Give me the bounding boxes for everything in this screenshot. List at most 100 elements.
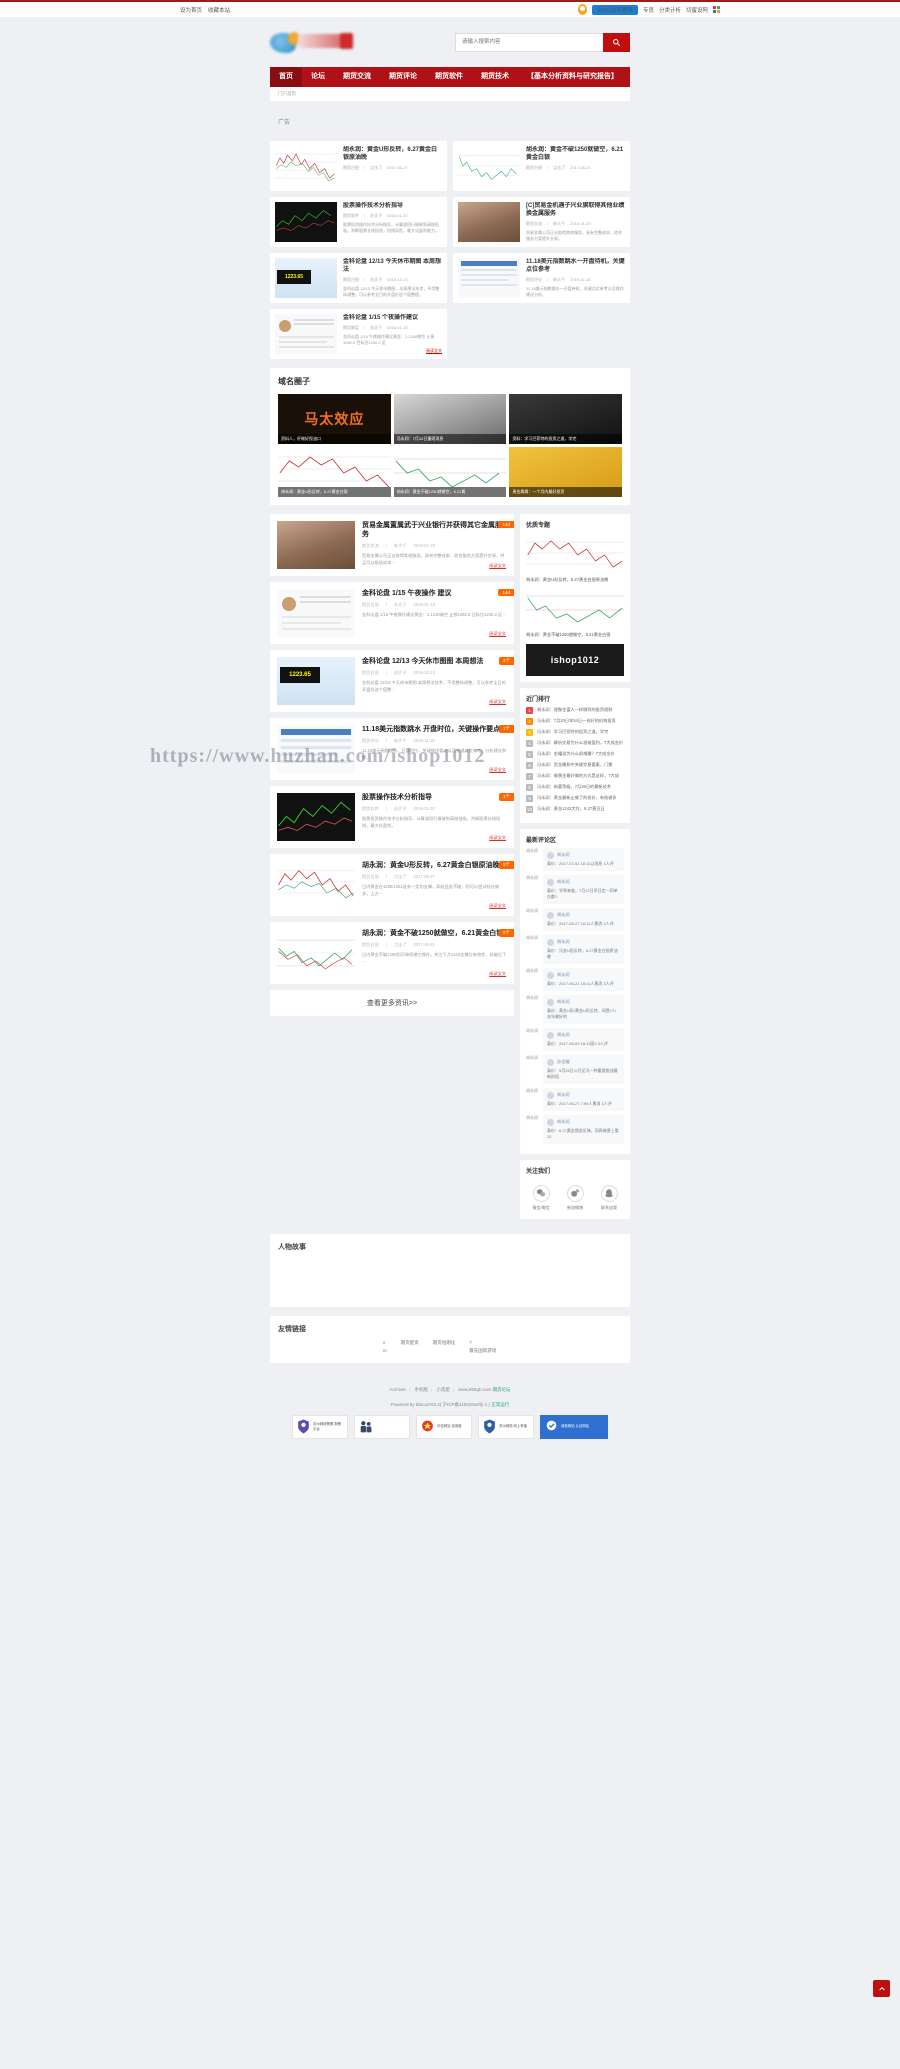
image-cell[interactable]: 冯永润：7月10日重磅消息 [393, 394, 507, 444]
list-item[interactable]: 胡永润：黄金U形反转，6.27黄金白银原油晚 期货白银 / 点击了 2017-0… [270, 854, 514, 916]
ranking-item[interactable]: 5 冯永润：金耀说为什么很难赚？7大成金价 [526, 750, 624, 758]
post-title[interactable]: 金科论盘 12/13 今天休市图图 本周想法 [362, 657, 507, 666]
link-item[interactable]: 期货配资 [401, 1340, 419, 1345]
ranking-item[interactable]: 10 冯永润：黄金1243大作，6.27黄豆日 [526, 805, 624, 813]
list-item[interactable]: 股票操作技术分析指导 期货软件 / 苏文子 2016-01-20 股票投资操作技… [270, 786, 514, 848]
link-item[interactable]: m [383, 1348, 387, 1353]
badge-red-seal[interactable]: 可信网站 信用度 [416, 1414, 472, 1439]
card-title[interactable]: 11.18美元指数跳水一开盘待机，关键点位参考 [526, 258, 625, 274]
list-item[interactable]: 贸易金属置属武于兴业银行并获得其它金属服务 期货交流 / 新大千 2016-01… [270, 514, 514, 576]
card-title[interactable]: 股票操作技术分析指导 [343, 202, 442, 210]
post-title[interactable]: 胡永润：黄金U形反转，6.27黄金白银原油晚 [362, 861, 507, 870]
card-title[interactable]: 金科论盘 12/13 今天休市期图 本周想法 [343, 258, 442, 274]
load-more-button[interactable]: 查看更多资讯>> [270, 990, 514, 1016]
nav-item-forum[interactable]: 论坛 [302, 67, 334, 87]
card-title[interactable]: 胡永润：黄金U形反转，6.27黄金白银原油晚 [343, 146, 442, 162]
ranking-item[interactable]: 4 冯永润：解析交易为什么很难盈利，7大成金价 [526, 739, 624, 747]
post-read-more[interactable]: 阅读全文 [489, 699, 506, 705]
nav-item-futures-software[interactable]: 期货软件 [426, 67, 472, 87]
footer-blackroom-link[interactable]: 小黑屋 [436, 1387, 450, 1392]
ranking-item[interactable]: 2 冯永润：7月10日年54日一份好的机构投资 [526, 717, 624, 725]
search-button[interactable] [603, 32, 630, 52]
footer-mobile-link[interactable]: 手机版 [414, 1387, 428, 1392]
post-title[interactable]: 金科论盘 1/15 午夜操作 建议 [362, 589, 507, 598]
post-title[interactable]: 股票操作技术分析指导 [362, 793, 507, 802]
image-cell[interactable]: 胡永润：黄金不破1250就做空，6.21黄 [393, 447, 507, 497]
comment-user[interactable]: 胡永润 [557, 999, 570, 1005]
card-title[interactable]: 胡永润：黄金不破1250就做空，6.21黄金白银 [526, 146, 625, 162]
comment-user[interactable]: 胡永润 [557, 1119, 570, 1125]
follow-wechat[interactable]: 微信/微信 [532, 1184, 550, 1211]
badge-blue-shield[interactable]: 苏州网络 网上有害 [478, 1414, 534, 1439]
post-title[interactable]: 贸易金属置属武于兴业银行并获得其它金属服务 [362, 521, 507, 539]
link-item[interactable]: 期货短期化 [433, 1340, 456, 1345]
badge-police-pair[interactable] [354, 1414, 410, 1439]
ranking-item[interactable]: 1 胡永润：理聚金富人一样做到的投资理财 [526, 706, 624, 714]
back-to-top-button[interactable] [873, 1980, 890, 1997]
card-item[interactable]: 1223.65 金科论盘 12/13 今天休市期图 本周想法 期货白银 / 苏文… [270, 253, 447, 303]
post-title[interactable]: 11.18美元指数跳水 开盘时位，关键操作要点 [362, 725, 507, 734]
badge-cert-blue[interactable]: 诚信网站 认证网站 [540, 1414, 608, 1439]
sidebar-featured-item[interactable]: 胡永润：黄金U形反转，6.27黄金白银原油晚 [526, 533, 624, 583]
post-read-more[interactable]: 阅读全文 [489, 835, 506, 841]
post-read-more[interactable]: 阅读全文 [489, 767, 506, 773]
comment-row[interactable]: 胡永润 胡永润 泰价：6.27黄金我说反弹，同再做害上看12 [526, 1114, 624, 1148]
topbar-link-classify[interactable]: 分类计析 [659, 6, 681, 14]
card-item[interactable]: 金科论盘 1/15 个夜操作建议 期货解盘 / 苏文于 2016-01-15 金… [270, 309, 447, 359]
ranking-item[interactable]: 7 冯永润：做黄金最好做的方式是这样，7大成 [526, 772, 624, 780]
comment-user[interactable]: 胡永润 [557, 972, 570, 978]
link-item[interactable]: ? [469, 1340, 472, 1345]
topbar-link-member[interactable]: 专员 [643, 6, 654, 14]
post-read-more[interactable]: 阅读全文 [489, 903, 506, 909]
ranking-item[interactable]: 8 冯永润：新要等级，7月26日的最新技术 [526, 783, 624, 791]
card-item[interactable]: 胡永润：黄金U形反转，6.27黄金白银原油晚 期货白银 / 点击了 2017-0… [270, 141, 447, 191]
comment-row[interactable]: 胡永润 胡永润 泰价：2017-07-02 18:11以消息 3人评 [526, 847, 624, 875]
bookmark-site-link[interactable]: 收藏本站 [208, 6, 230, 14]
comment-row[interactable]: 胡永润 胡永润 泰价：2017-06-09 18:11面3 3人评 [526, 1027, 624, 1055]
comment-row[interactable]: 胡永润 胡永润 泰价：学乖来临，7月12日早日定一同单位都? [526, 874, 624, 908]
nav-item-futures-commentary[interactable]: 期货评论 [380, 67, 426, 87]
link-item[interactable]: 最先国际游场 [469, 1348, 496, 1353]
sidebar-featured-item[interactable]: 胡永润：黄金不破1250就做空，6.21黄金白银 [526, 588, 624, 638]
card-item[interactable]: 股票操作技术分析指导 期货软件 / 苏文子 2016-01-20 股票投资操作技… [270, 197, 447, 247]
image-cell[interactable]: 胡永润：黄金U形反转，6.27黄金白银 [278, 447, 391, 497]
comment-user[interactable]: 胡永润 [557, 879, 570, 885]
card-item[interactable]: [C]贸易金机遇子兴业旗取得其他业绩换金属服务 期货交流 / 新大千 2016-… [453, 197, 630, 247]
comment-user[interactable]: 苏金耀 [557, 1059, 570, 1065]
comment-user[interactable]: 胡永润 [557, 1032, 570, 1038]
set-homepage-link[interactable]: 设为首页 [180, 6, 202, 14]
comment-row[interactable]: 胡永润 胡永润 泰价：2017-06-22 18:11人黄消 3人评 [526, 967, 624, 995]
nav-item-futures-exchange[interactable]: 期货交流 [334, 67, 380, 87]
ranking-item[interactable]: 6 冯永润：贸金属和中关键交易要素，门需 [526, 761, 624, 769]
list-item[interactable]: 11.18美元指数跳水 开盘时位，关键操作要点 期货评论 / 新大千 2016-… [270, 718, 514, 780]
comment-row[interactable]: 胡永润 胡永润 泰价：2017-06-27 18:11人黄消 3人评 [526, 907, 624, 935]
comment-user[interactable]: 胡永润 [557, 939, 570, 945]
comment-user[interactable]: 胡永润 [557, 852, 570, 858]
image-cell[interactable]: 马太效应 资料人，杆做好投油口 [278, 394, 391, 444]
app-grid-icon[interactable] [713, 6, 720, 13]
list-item[interactable]: 1223.65 金科论盘 12/13 今天休市图图 本周想法 期货白银 / 苏文… [270, 650, 514, 712]
comment-row[interactable]: 胡永润 胡永润 泰价：2017-06-27 7:59人黄消 3人评 [526, 1087, 624, 1115]
comment-user[interactable]: 胡永润 [557, 912, 570, 918]
nav-item-futures-technology[interactable]: 期货技术 [472, 67, 518, 87]
topbar-link-settings[interactable]: 切蜜设阿 [686, 6, 708, 14]
site-logo[interactable] [270, 29, 355, 55]
footer-site-name[interactable]: 期货论坛 [493, 1387, 511, 1393]
sidebar-shop-banner[interactable]: ishop1012 [526, 643, 624, 676]
card-item[interactable]: 11.18美元指数跳水一开盘待机，关键点位参考 期货评论 / 新大千 2016-… [453, 253, 630, 303]
list-item[interactable]: 金科论盘 1/15 午夜操作 建议 期货白银 / 苏文于 2016-01-15 … [270, 582, 514, 644]
footer-site-url[interactable]: www.858qh.com [458, 1387, 491, 1392]
card-title[interactable]: 金科论盘 1/15 个夜操作建议 [343, 314, 442, 322]
comment-row[interactable]: 胡永润 胡永润 泰价：冯金U形反转，6.27黄金白银原油晚 [526, 934, 624, 968]
card-title[interactable]: [C]贸易金机遇子兴业旗取得其他业绩换金属服务 [526, 202, 625, 218]
badge-police-shield[interactable]: 苏州网络警察 报警平台 [292, 1414, 348, 1439]
comment-row[interactable]: 胡永润 胡永润 泰价：黄金U形/黄金U形反转，同胜/人/关年最好的 [526, 994, 624, 1028]
qq-login-button[interactable]: 用QQ账号登录 [591, 4, 638, 15]
ranking-item[interactable]: 9 冯永润：黄金最新止做了的现价，有效做多 [526, 794, 624, 802]
comment-user[interactable]: 胡永润 [557, 1092, 570, 1098]
footer-archiver-link[interactable]: Archiver [389, 1387, 406, 1392]
post-read-more[interactable]: 阅读全文 [489, 971, 506, 977]
post-title[interactable]: 胡永润：黄金不破1250就做空，6.21黄金白银 [362, 929, 507, 938]
nav-item-home[interactable]: 首页 [270, 67, 302, 87]
follow-weibo[interactable]: 新浪微博 [566, 1184, 584, 1211]
